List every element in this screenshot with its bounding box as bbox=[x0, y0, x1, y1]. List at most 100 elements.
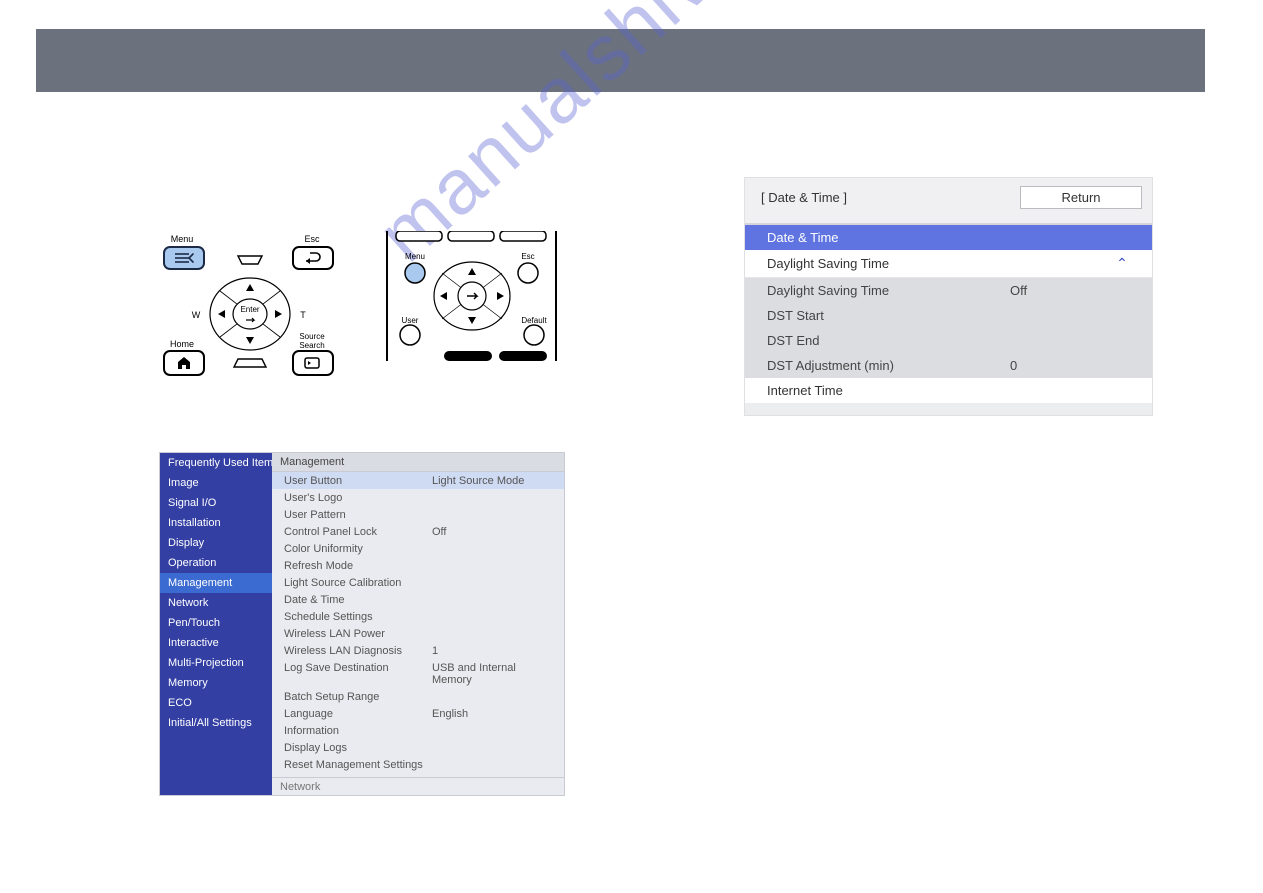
mgmt-row-display-logs[interactable]: Display Logs bbox=[272, 739, 564, 756]
mgmt-row-label: User Pattern bbox=[284, 509, 432, 521]
mgmt-row-control-panel-lock[interactable]: Control Panel LockOff bbox=[272, 523, 564, 540]
sidebar-item-network[interactable]: Network bbox=[160, 593, 272, 613]
mgmt-row-value: 1 bbox=[432, 645, 552, 657]
sidebar-item-pen-touch[interactable]: Pen/Touch bbox=[160, 613, 272, 633]
dst-row-value: 0 bbox=[1010, 358, 1130, 373]
remote-menu-button[interactable] bbox=[405, 263, 425, 283]
mgmt-row-wireless-lan-power[interactable]: Wireless LAN Power bbox=[272, 625, 564, 642]
mgmt-row-label: Color Uniformity bbox=[284, 543, 432, 555]
mgmt-row-information[interactable]: Information bbox=[272, 722, 564, 739]
sidebar-item-signal-i-o[interactable]: Signal I/O bbox=[160, 493, 272, 513]
date-time-panel: [ Date & Time ] Return Date & Time Dayli… bbox=[744, 177, 1153, 416]
dst-row-dst-adjustment-min-[interactable]: DST Adjustment (min)0 bbox=[745, 353, 1152, 378]
mgmt-row-color-uniformity[interactable]: Color Uniformity bbox=[272, 540, 564, 557]
remote-bottom-button-2[interactable] bbox=[499, 351, 547, 361]
mgmt-row-value: USB and Internal Memory bbox=[432, 662, 552, 686]
mgmt-row-value bbox=[432, 543, 552, 555]
dst-row-daylight-saving-time[interactable]: Daylight Saving TimeOff bbox=[745, 278, 1152, 303]
daylight-subitems: Daylight Saving TimeOffDST StartDST EndD… bbox=[745, 278, 1152, 378]
mgmt-row-value bbox=[432, 725, 552, 737]
mgmt-row-value: Off bbox=[432, 526, 552, 538]
mgmt-row-user-s-logo[interactable]: User's Logo bbox=[272, 489, 564, 506]
date-time-title-row: [ Date & Time ] Return bbox=[745, 178, 1152, 225]
mgmt-row-schedule-settings[interactable]: Schedule Settings bbox=[272, 608, 564, 625]
remote-user-button[interactable] bbox=[400, 325, 420, 345]
page-content: manualshive.com Menu Esc bbox=[0, 92, 1263, 892]
management-list: User ButtonLight Source ModeUser's LogoU… bbox=[272, 472, 564, 795]
date-time-section[interactable]: Date & Time bbox=[745, 225, 1152, 250]
sidebar-item-operation[interactable]: Operation bbox=[160, 553, 272, 573]
sidebar-item-memory[interactable]: Memory bbox=[160, 673, 272, 693]
mgmt-row-label: Date & Time bbox=[284, 594, 432, 606]
keystone-top-icon bbox=[238, 256, 262, 264]
dst-row-value: Off bbox=[1010, 283, 1130, 298]
label-menu: Menu bbox=[171, 234, 194, 244]
mgmt-row-label: Batch Setup Range bbox=[284, 691, 432, 703]
mgmt-row-value bbox=[432, 628, 552, 640]
sidebar-item-image[interactable]: Image bbox=[160, 473, 272, 493]
sidebar-item-eco[interactable]: ECO bbox=[160, 693, 272, 713]
mgmt-row-value bbox=[432, 742, 552, 754]
enter-button[interactable] bbox=[233, 299, 267, 329]
esc-button[interactable] bbox=[293, 247, 333, 269]
remote-bottom-button-1[interactable] bbox=[444, 351, 492, 361]
remote-esc-button[interactable] bbox=[518, 263, 538, 283]
keystone-bottom-icon bbox=[234, 359, 266, 367]
mgmt-row-label: Refresh Mode bbox=[284, 560, 432, 572]
mgmt-row-value bbox=[432, 492, 552, 504]
remote-label-default: Default bbox=[522, 316, 548, 325]
management-sidebar: Frequently Used ItemsImageSignal I/OInst… bbox=[160, 453, 272, 795]
mgmt-row-label: User Button bbox=[284, 475, 432, 487]
mgmt-row-date-time[interactable]: Date & Time bbox=[272, 591, 564, 608]
mgmt-row-value bbox=[432, 691, 552, 703]
mgmt-row-batch-setup-range[interactable]: Batch Setup Range bbox=[272, 688, 564, 705]
sidebar-item-display[interactable]: Display bbox=[160, 533, 272, 553]
mgmt-row-value: Light Source Mode bbox=[432, 475, 552, 487]
mgmt-row-log-save-destination[interactable]: Log Save DestinationUSB and Internal Mem… bbox=[272, 659, 564, 688]
mgmt-row-value bbox=[432, 594, 552, 606]
daylight-saving-header[interactable]: Daylight Saving Time ⌃ bbox=[745, 250, 1152, 278]
mgmt-row-user-pattern[interactable]: User Pattern bbox=[272, 506, 564, 523]
return-button[interactable]: Return bbox=[1020, 186, 1142, 209]
dst-row-label: Daylight Saving Time bbox=[767, 283, 1010, 298]
mgmt-row-user-button[interactable]: User ButtonLight Source Mode bbox=[272, 472, 564, 489]
chevron-up-icon: ⌃ bbox=[1114, 255, 1130, 272]
mgmt-row-value bbox=[432, 560, 552, 572]
mgmt-row-value bbox=[432, 759, 552, 771]
sidebar-item-frequently-used-items[interactable]: Frequently Used Items bbox=[160, 453, 272, 473]
remote-label-esc: Esc bbox=[522, 252, 535, 261]
sidebar-item-interactive[interactable]: Interactive bbox=[160, 633, 272, 653]
mgmt-row-refresh-mode[interactable]: Refresh Mode bbox=[272, 557, 564, 574]
date-time-footer-pad bbox=[745, 403, 1152, 415]
date-time-title: [ Date & Time ] bbox=[761, 190, 1020, 205]
mgmt-row-value bbox=[432, 611, 552, 623]
mgmt-row-label: Control Panel Lock bbox=[284, 526, 432, 538]
management-header: Management bbox=[272, 453, 564, 472]
internet-time-row[interactable]: Internet Time bbox=[745, 378, 1152, 403]
sidebar-item-multi-projection[interactable]: Multi-Projection bbox=[160, 653, 272, 673]
mgmt-row-label: Log Save Destination bbox=[284, 662, 432, 686]
mgmt-row-label: Light Source Calibration bbox=[284, 577, 432, 589]
top-bar bbox=[36, 29, 1205, 92]
daylight-saving-label: Daylight Saving Time bbox=[767, 256, 1114, 271]
mgmt-row-label: Language bbox=[284, 708, 432, 720]
mgmt-row-light-source-calibration[interactable]: Light Source Calibration bbox=[272, 574, 564, 591]
mgmt-row-wireless-lan-diagnosis[interactable]: Wireless LAN Diagnosis1 bbox=[272, 642, 564, 659]
label-w: W bbox=[192, 310, 201, 320]
dst-row-dst-end[interactable]: DST End bbox=[745, 328, 1152, 353]
dst-row-label: DST Start bbox=[767, 308, 1010, 323]
mgmt-row-label: Information bbox=[284, 725, 432, 737]
internet-time-label: Internet Time bbox=[767, 383, 1130, 398]
label-search: Search bbox=[299, 341, 324, 350]
button-diagrams: Menu Esc Enter bbox=[160, 231, 560, 381]
date-time-section-label: Date & Time bbox=[767, 230, 1130, 245]
sidebar-item-initial-all-settings[interactable]: Initial/All Settings bbox=[160, 713, 272, 733]
sidebar-item-installation[interactable]: Installation bbox=[160, 513, 272, 533]
dst-row-dst-start[interactable]: DST Start bbox=[745, 303, 1152, 328]
mgmt-row-reset-management-settings[interactable]: Reset Management Settings bbox=[272, 756, 564, 773]
source-search-button[interactable] bbox=[293, 351, 333, 375]
remote-default-button[interactable] bbox=[524, 325, 544, 345]
label-home: Home bbox=[170, 339, 194, 349]
mgmt-row-language[interactable]: LanguageEnglish bbox=[272, 705, 564, 722]
sidebar-item-management[interactable]: Management bbox=[160, 573, 272, 593]
